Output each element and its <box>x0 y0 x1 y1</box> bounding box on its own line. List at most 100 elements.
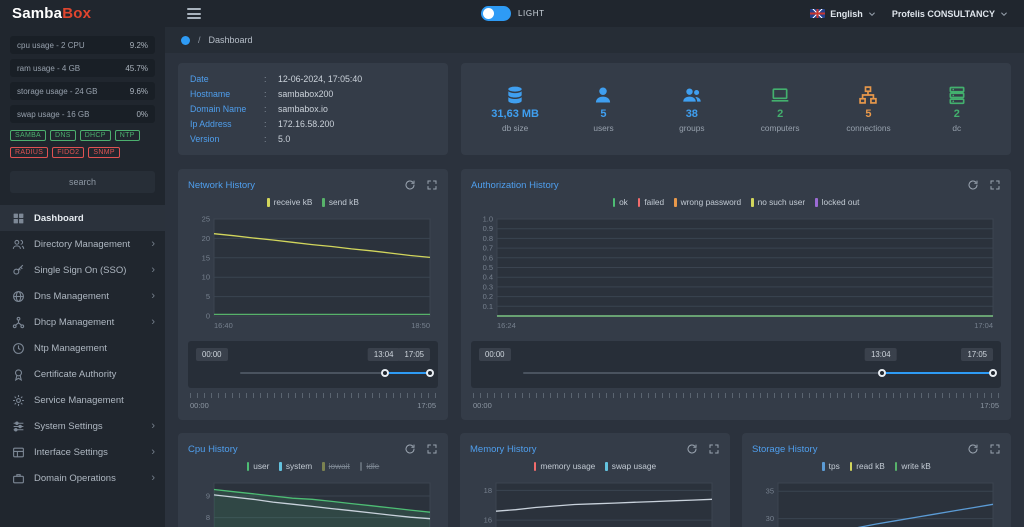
sidebar-item-dns-management[interactable]: Dns Management › <box>0 283 165 309</box>
stat-tile-dc[interactable]: 2 dc <box>928 85 986 133</box>
timeline-ruler <box>473 393 999 398</box>
refresh-icon[interactable] <box>967 443 979 455</box>
breadcrumb: / Dashboard <box>165 27 1024 53</box>
fullscreen-icon[interactable] <box>989 443 1001 455</box>
legend-label: system <box>285 461 313 471</box>
search-input[interactable] <box>10 171 155 193</box>
sidebar-item-service-management[interactable]: Service Management <box>0 387 165 413</box>
app-logo[interactable]: Samba Box <box>0 0 165 27</box>
svg-text:0.5: 0.5 <box>483 263 493 272</box>
legend-label: failed <box>644 197 665 207</box>
chart-legend: tps read kB write kB <box>752 461 1001 471</box>
refresh-icon[interactable] <box>967 179 979 191</box>
stat-tile-users[interactable]: 5 users <box>574 85 632 133</box>
timeline-strip: 00:00 13:04 17:05 <box>188 341 438 388</box>
stat-tile-groups[interactable]: 38 groups <box>663 85 721 133</box>
legend-item-idle[interactable]: idle <box>359 461 380 471</box>
svg-text:1.0: 1.0 <box>483 215 493 224</box>
storage-chart: 20253035 <box>752 477 1001 527</box>
network-chart: 0 5 10 15 20 25 16:40 18:50 <box>188 213 438 334</box>
timeline-handle2[interactable] <box>989 369 997 377</box>
legend-item-locked-out[interactable]: locked out <box>815 197 859 207</box>
sidebar-item-single-sign-on-sso[interactable]: Single Sign On (SSO) › <box>0 257 165 283</box>
fullscreen-icon[interactable] <box>426 443 438 455</box>
stat-tile-connections[interactable]: 5 connections <box>839 85 897 133</box>
legend-item-user[interactable]: user <box>246 461 269 471</box>
chart-legend: memory usage swap usage <box>470 461 720 471</box>
timeline-start-chip: 00:00 <box>479 348 511 361</box>
legend-item-wrong-password[interactable]: wrong password <box>674 197 741 207</box>
svg-text:25: 25 <box>202 215 210 224</box>
legend-item-system[interactable]: system <box>279 461 312 471</box>
sidebar-item-dhcp-management[interactable]: Dhcp Management › <box>0 309 165 335</box>
sidebar-item-dashboard[interactable]: Dashboard <box>0 205 165 231</box>
refresh-icon[interactable] <box>404 179 416 191</box>
svg-text:30: 30 <box>766 514 774 523</box>
legend-item-memory-usage[interactable]: memory usage <box>533 461 595 471</box>
theme-toggle[interactable] <box>481 6 511 21</box>
tile-value: 2 <box>777 108 784 120</box>
stat-tile-db-size[interactable]: 31,63 MB db size <box>486 85 544 133</box>
legend-item-read-kb[interactable]: read kB <box>849 461 885 471</box>
refresh-icon[interactable] <box>404 443 416 455</box>
stat-tile-computers[interactable]: 2 computers <box>751 85 809 133</box>
menu-label: System Settings <box>34 420 103 432</box>
timeline-track[interactable] <box>522 368 997 378</box>
legend-marker <box>674 197 677 207</box>
legend-item-write-kb[interactable]: write kB <box>894 461 931 471</box>
service-badge-snmp[interactable]: SNMP <box>88 147 120 158</box>
tile-label: groups <box>679 123 705 133</box>
fullscreen-icon[interactable] <box>989 179 1001 191</box>
hamburger-menu-icon[interactable] <box>187 8 201 19</box>
timeline-axis[interactable]: 00:00 17:05 <box>188 393 438 410</box>
language-selector[interactable]: English <box>810 9 876 19</box>
legend-item-iowait[interactable]: iowait <box>322 461 350 471</box>
cpu-history-card: Cpu History user system iowait idle 8 9 <box>178 433 448 527</box>
sidebar-item-certificate-authority[interactable]: Certificate Authority <box>0 361 165 387</box>
refresh-icon[interactable] <box>686 443 698 455</box>
timeline-strip: 00:00 13:04 17:05 <box>471 341 1001 388</box>
timeline-axis[interactable]: 00:00 17:05 <box>471 393 1001 410</box>
sidebar-item-ntp-management[interactable]: Ntp Management <box>0 335 165 361</box>
language-label: English <box>830 8 863 19</box>
timeline-selected-range <box>882 372 993 374</box>
sidebar-item-system-settings[interactable]: System Settings › <box>0 413 165 439</box>
service-badge-radius[interactable]: RADIUS <box>10 147 49 158</box>
chart-legend: ok failed wrong password no such user lo… <box>471 197 1001 207</box>
legend-label: idle <box>366 461 380 471</box>
stat-label: swap usage - 16 GB <box>17 109 90 119</box>
service-badge-fido2[interactable]: FIDO2 <box>52 147 85 158</box>
info-value: sambabox200 <box>278 89 334 99</box>
timeline-track[interactable] <box>239 368 434 378</box>
stat-value: 0% <box>136 109 148 119</box>
fullscreen-icon[interactable] <box>708 443 720 455</box>
legend-label: send kB <box>328 197 359 207</box>
legend-item-swap-usage[interactable]: swap usage <box>605 461 656 471</box>
chevron-down-icon <box>868 10 876 18</box>
timeline-handle1[interactable] <box>878 369 887 377</box>
legend-item-receive-kb[interactable]: receive kB <box>267 197 312 207</box>
service-badge-dns[interactable]: DNS <box>50 130 76 141</box>
service-badge-samba[interactable]: SAMBA <box>10 130 47 141</box>
service-badge-ntp[interactable]: NTP <box>114 130 140 141</box>
legend-item-failed[interactable]: failed <box>637 197 665 207</box>
ntp-icon <box>12 342 25 355</box>
legend-item-send-kb[interactable]: send kB <box>322 197 359 207</box>
legend-item-tps[interactable]: tps <box>822 461 840 471</box>
account-menu[interactable]: Profelis CONSULTANCY <box>892 9 1008 19</box>
service-badge-dhcp[interactable]: DHCP <box>79 130 111 141</box>
legend-item-ok[interactable]: ok <box>612 197 628 207</box>
sidebar-item-directory-management[interactable]: Directory Management › <box>0 231 165 257</box>
timeline-handle1[interactable] <box>381 369 390 377</box>
main-column: LIGHT English Profelis CONSULTANCY / Das… <box>165 0 1024 527</box>
axis-start-label: 00:00 <box>190 401 209 410</box>
topbar: LIGHT English Profelis CONSULTANCY <box>165 0 1024 27</box>
timeline-handle2[interactable] <box>426 369 434 377</box>
service-badges-active: SAMBA DNS DHCP NTP <box>0 127 165 144</box>
sidebar-item-domain-operations[interactable]: Domain Operations › <box>0 465 165 491</box>
service-badges-inactive: RADIUS FIDO2 SNMP <box>0 144 165 161</box>
sidebar-item-interface-settings[interactable]: Interface Settings › <box>0 439 165 465</box>
fullscreen-icon[interactable] <box>426 179 438 191</box>
legend-item-no-such-user[interactable]: no such user <box>751 197 805 207</box>
home-icon[interactable] <box>181 35 190 45</box>
